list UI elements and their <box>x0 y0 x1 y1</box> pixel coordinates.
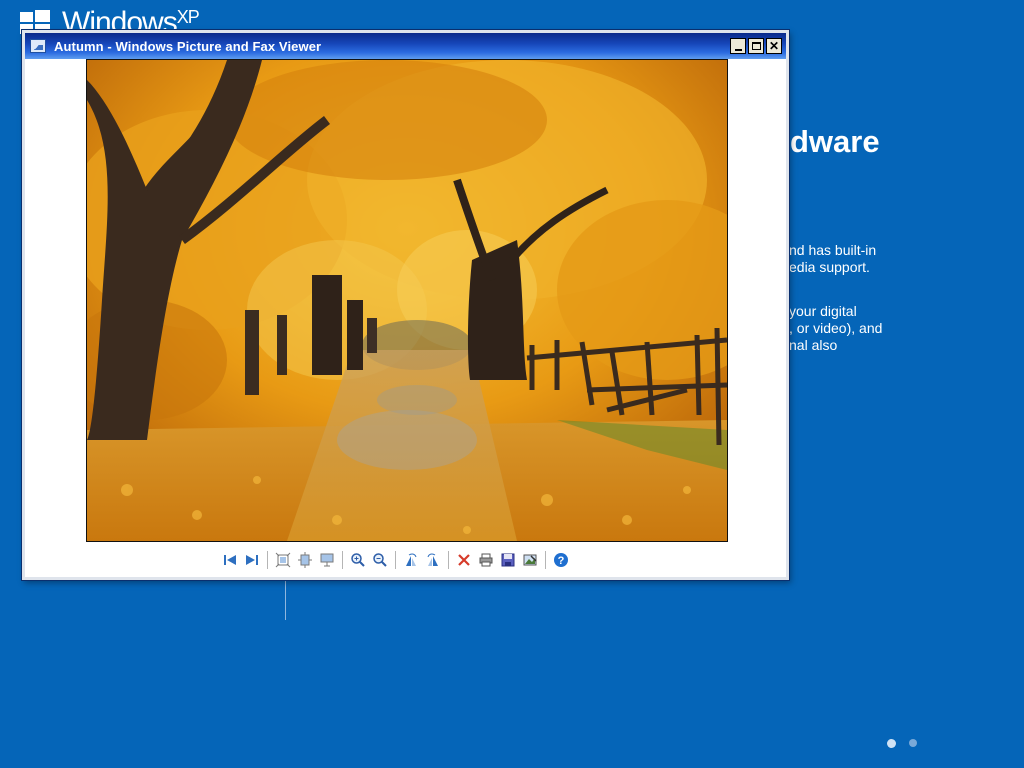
previous-image-button[interactable] <box>219 549 241 571</box>
toolbar-separator <box>395 551 396 569</box>
window-title: Autumn - Windows Picture and Fax Viewer <box>54 38 322 54</box>
maximize-button[interactable] <box>748 38 764 54</box>
paragraph-line: your digital <box>789 303 857 319</box>
open-for-editing-button[interactable] <box>519 549 541 571</box>
best-fit-icon <box>275 552 291 568</box>
delete-icon <box>458 554 470 566</box>
zoom-out-icon <box>373 553 387 567</box>
zoom-in-icon <box>351 553 365 567</box>
zoom-in-button[interactable] <box>347 549 369 571</box>
edit-icon <box>523 554 537 566</box>
minimize-button[interactable] <box>730 38 746 54</box>
autumn-photo <box>86 59 728 542</box>
help-button[interactable]: ? <box>550 549 572 571</box>
svg-text:?: ? <box>558 555 565 567</box>
paragraph-line: edia support. <box>789 259 870 275</box>
slideshow-icon <box>320 553 334 567</box>
rotate-counterclockwise-button[interactable] <box>422 549 444 571</box>
help-icon: ? <box>554 553 568 567</box>
close-button[interactable]: ✕ <box>766 38 782 54</box>
actual-size-button[interactable] <box>294 549 316 571</box>
save-icon <box>501 553 515 567</box>
rotate-clockwise-button[interactable] <box>400 549 422 571</box>
close-icon: ✕ <box>768 39 780 53</box>
next-icon <box>246 555 258 565</box>
viewer-toolbar: ? <box>219 547 572 573</box>
next-image-button[interactable] <box>241 549 263 571</box>
toolbar-separator <box>267 551 268 569</box>
background-paragraph-1: nd has built-in edia support. <box>789 242 876 276</box>
toolbar-separator <box>448 551 449 569</box>
pagination-dots <box>887 739 917 748</box>
background-heading: dware <box>790 124 880 159</box>
background-divider <box>285 580 286 620</box>
copy-to-button[interactable] <box>497 549 519 571</box>
best-fit-button[interactable] <box>272 549 294 571</box>
print-button[interactable] <box>475 549 497 571</box>
toolbar-separator <box>342 551 343 569</box>
delete-button[interactable] <box>453 549 475 571</box>
title-bar[interactable]: Autumn - Windows Picture and Fax Viewer … <box>25 33 786 59</box>
pagination-dot-active[interactable] <box>887 739 896 748</box>
rotate-ccw-icon <box>427 553 438 566</box>
toolbar-separator <box>545 551 546 569</box>
picture-viewer-window[interactable]: Autumn - Windows Picture and Fax Viewer … <box>22 30 789 580</box>
logo-sup: XP <box>176 7 200 27</box>
minimize-icon <box>734 48 742 51</box>
autumn-landscape-image <box>87 60 727 541</box>
zoom-out-button[interactable] <box>369 549 391 571</box>
print-icon <box>479 553 493 567</box>
prev-icon <box>224 555 236 565</box>
paragraph-line: , or video), and <box>789 320 883 336</box>
maximize-icon <box>751 42 761 50</box>
paragraph-line: nal also <box>789 337 838 353</box>
picture-viewer-app-icon[interactable] <box>30 39 46 53</box>
pagination-dot[interactable] <box>909 739 917 747</box>
actual-size-icon <box>298 552 312 568</box>
background-paragraph-2: your digital , or video), and nal also <box>789 303 882 354</box>
slide-show-button[interactable] <box>316 549 338 571</box>
paragraph-line: nd has built-in <box>789 242 877 258</box>
rotate-cw-icon <box>406 553 417 566</box>
